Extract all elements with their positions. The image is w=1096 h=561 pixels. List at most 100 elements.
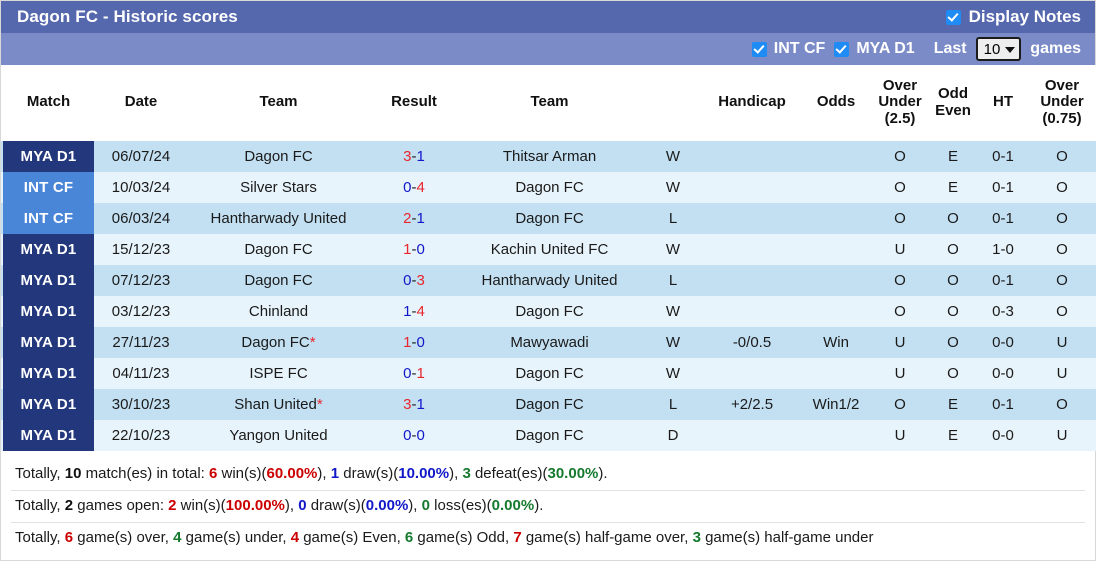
cell-match[interactable]: MYA D1	[1, 419, 96, 451]
cell-away-team[interactable]: Dagon FC	[457, 295, 642, 327]
league-badge: MYA D1	[3, 388, 94, 420]
score-home: 0	[403, 178, 412, 196]
col-away-team[interactable]: Team	[457, 64, 642, 141]
col-match[interactable]: Match	[1, 64, 96, 141]
cell-handicap	[704, 419, 800, 451]
mya-d1-checkbox-icon[interactable]	[834, 41, 850, 57]
cell-result[interactable]: 3-1	[371, 388, 457, 420]
filter-mya-d1[interactable]: MYA D1	[834, 40, 915, 58]
cell-home-team[interactable]: Chinland	[186, 295, 371, 327]
cell-away-team[interactable]: Mawyawadi	[457, 326, 642, 358]
cell-away-team[interactable]: Hantharwady United	[457, 264, 642, 296]
col-date[interactable]: Date	[96, 64, 186, 141]
cell-match[interactable]: MYA D1	[1, 326, 96, 358]
cell-win-draw-loss: W	[642, 140, 704, 172]
cell-result[interactable]: 0-3	[371, 264, 457, 296]
cell-home-team[interactable]: Shan United*	[186, 388, 371, 420]
cell-home-team[interactable]: Dagon FC	[186, 233, 371, 265]
col-handicap[interactable]: Handicap	[704, 64, 800, 141]
table-row[interactable]: INT CF 06/03/24 Hantharwady United 2-1 Dagon…	[1, 202, 1096, 234]
cell-date: 10/03/24	[96, 171, 186, 203]
col-ht[interactable]: HT	[978, 64, 1028, 141]
cell-result[interactable]: 0-0	[371, 419, 457, 451]
cell-match[interactable]: MYA D1	[1, 264, 96, 296]
cell-result[interactable]: 0-4	[371, 171, 457, 203]
cell-win-draw-loss: W	[642, 295, 704, 327]
summary-l3-v4: 6	[404, 528, 414, 546]
cell-half-time: 0-1	[978, 202, 1028, 234]
col-odd-even[interactable]: Odd Even	[928, 64, 978, 141]
summary-l2-t1: Totally,	[15, 496, 65, 514]
score-away: 1	[416, 395, 425, 413]
table-row[interactable]: MYA D1 07/12/23 Dagon FC 0-3 Hantharwady Uni…	[1, 264, 1096, 296]
cell-home-team[interactable]: Hantharwady United	[186, 202, 371, 234]
cell-result[interactable]: 1-0	[371, 233, 457, 265]
cell-odds: Win	[800, 326, 872, 358]
cell-away-team[interactable]: Kachin United FC	[457, 233, 642, 265]
cell-match[interactable]: MYA D1	[1, 357, 96, 389]
panel-titlebar: Dagon FC - Historic scores Display Notes	[1, 1, 1095, 34]
score-away: 4	[416, 178, 425, 196]
cell-match[interactable]: MYA D1	[1, 388, 96, 420]
cell-match[interactable]: MYA D1	[1, 233, 96, 265]
cell-result[interactable]: 1-4	[371, 295, 457, 327]
col-over-under-25[interactable]: Over Under (2.5)	[872, 64, 928, 141]
int-cf-checkbox-icon[interactable]	[751, 41, 767, 57]
col-result[interactable]: Result	[371, 64, 457, 141]
summary-l1-t5: draw(s)(	[339, 464, 399, 482]
cell-over-under-075: U	[1028, 419, 1096, 451]
cell-date: 06/07/24	[96, 140, 186, 172]
cell-home-team[interactable]: Yangon United	[186, 419, 371, 451]
cell-away-team[interactable]: Dagon FC	[457, 419, 642, 451]
cell-over-under-25: O	[872, 171, 928, 203]
col-odds[interactable]: Odds	[800, 64, 872, 141]
summary-l1-v6: 3	[462, 464, 471, 482]
col-ou25-line3: (2.5)	[884, 110, 916, 128]
cell-away-team[interactable]: Dagon FC	[457, 388, 642, 420]
table-row[interactable]: MYA D1 30/10/23 Shan United* 3-1 Dagon FC L +2…	[1, 388, 1096, 420]
table-row[interactable]: MYA D1 22/10/23 Yangon United 0-0 Dagon FC D U…	[1, 419, 1096, 451]
filter-int-cf[interactable]: INT CF	[751, 40, 825, 58]
score-home: 1	[403, 302, 412, 320]
cell-odds	[800, 357, 872, 389]
summary-l3-v1: 6	[64, 528, 74, 546]
col-over-under-075[interactable]: Over Under (0.75)	[1028, 64, 1096, 141]
cell-match[interactable]: INT CF	[1, 171, 96, 203]
cell-home-team[interactable]: ISPE FC	[186, 357, 371, 389]
cell-away-team[interactable]: Dagon FC	[457, 202, 642, 234]
cell-odds: Win1/2	[800, 388, 872, 420]
cell-match[interactable]: MYA D1	[1, 295, 96, 327]
table-row[interactable]: INT CF 10/03/24 Silver Stars 0-4 Dagon FC W O E…	[1, 171, 1096, 203]
cell-away-team[interactable]: Thitsar Arman	[457, 140, 642, 172]
table-row[interactable]: MYA D1 27/11/23 Dagon FC* 1-0 Mawyawadi W -0/0…	[1, 326, 1096, 358]
cell-result[interactable]: 2-1	[371, 202, 457, 234]
display-notes-checkbox-icon[interactable]	[945, 9, 961, 25]
cell-result[interactable]: 0-1	[371, 357, 457, 389]
summary-l1-t6: ),	[449, 464, 463, 482]
historic-scores-table: Match Date Team Result Team Handicap Odd…	[1, 64, 1096, 451]
col-home-team[interactable]: Team	[186, 64, 371, 141]
cell-over-under-25: O	[872, 140, 928, 172]
cell-over-under-25: O	[872, 295, 928, 327]
cell-home-team[interactable]: Dagon FC	[186, 140, 371, 172]
summary-l3-v6: 3	[692, 528, 701, 546]
table-row[interactable]: MYA D1 06/07/24 Dagon FC 3-1 Thitsar Arman W O…	[1, 140, 1096, 172]
table-row[interactable]: MYA D1 15/12/23 Dagon FC 1-0 Kachin United F…	[1, 233, 1096, 265]
cell-away-team[interactable]: Dagon FC	[457, 357, 642, 389]
cell-odd-even: O	[928, 326, 978, 358]
cell-win-draw-loss: L	[642, 264, 704, 296]
cell-away-team[interactable]: Dagon FC	[457, 171, 642, 203]
cell-match[interactable]: MYA D1	[1, 140, 96, 172]
cell-home-team[interactable]: Dagon FC*	[186, 326, 371, 358]
cell-home-team[interactable]: Silver Stars	[186, 171, 371, 203]
cell-match[interactable]: INT CF	[1, 202, 96, 234]
games-count-select[interactable]: 10	[975, 37, 1022, 61]
table-row[interactable]: MYA D1 04/11/23 ISPE FC 0-1 Dagon FC W U O 0-0 U	[1, 357, 1096, 389]
display-notes-toggle[interactable]: Display Notes	[945, 7, 1081, 27]
cell-result[interactable]: 1-0	[371, 326, 457, 358]
score-home: 0	[403, 364, 412, 382]
cell-home-team[interactable]: Dagon FC	[186, 264, 371, 296]
table-row[interactable]: MYA D1 03/12/23 Chinland 1-4 Dagon FC W O O 0-3 O	[1, 295, 1096, 327]
cell-result[interactable]: 3-1	[371, 140, 457, 172]
cell-half-time: 1-0	[978, 233, 1028, 265]
